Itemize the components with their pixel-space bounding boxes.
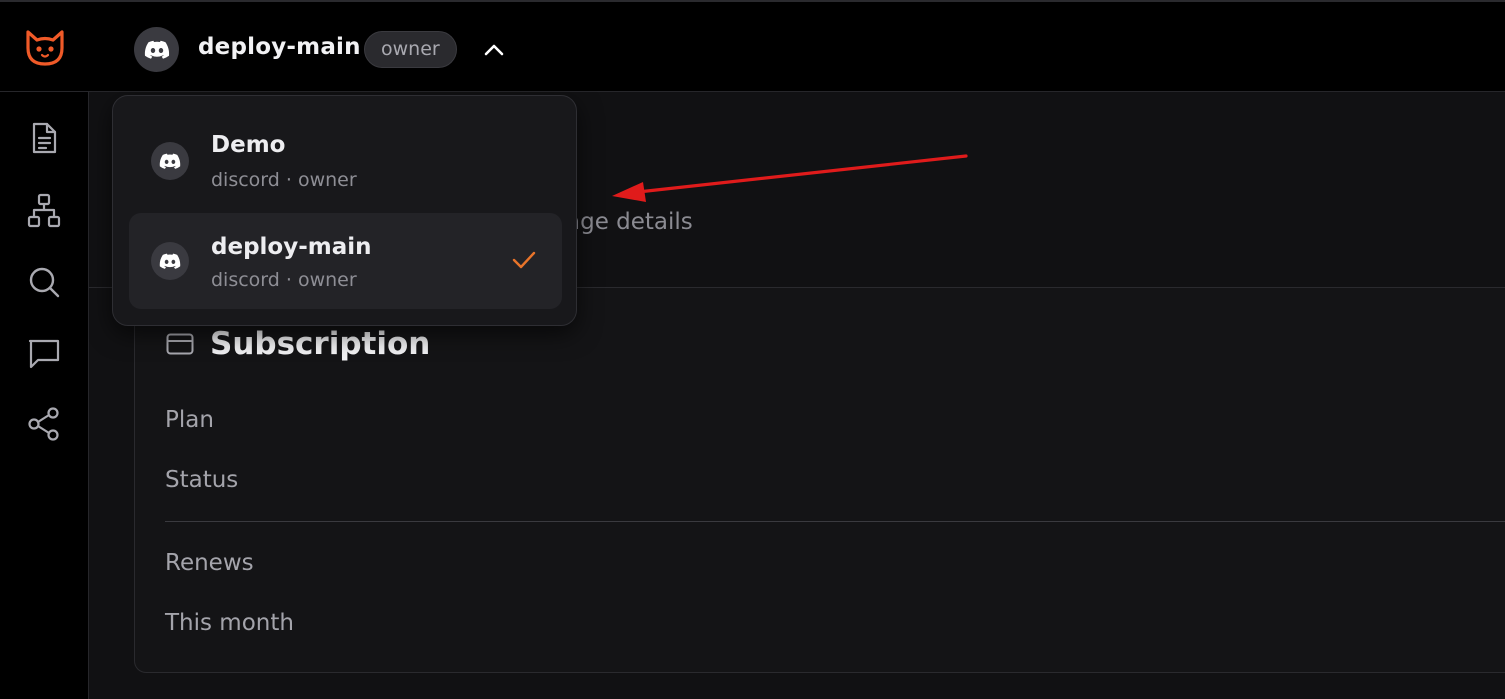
plan-label: Plan [165,407,214,433]
discord-icon [151,242,189,280]
card-divider [165,521,1505,522]
option-name: Demo [211,132,286,158]
search-icon[interactable] [26,264,62,300]
option-name: deploy-main [211,234,372,260]
option-detail: discord · owner [211,169,357,191]
discord-icon [151,142,189,180]
share-icon[interactable] [26,406,62,442]
option-detail: discord · owner [211,269,357,291]
this-month-label: This month [165,610,294,636]
current-server-name[interactable]: deploy-main [198,34,361,60]
subscription-title: Subscription [210,326,431,362]
role-badge: owner [364,31,457,68]
top-bar: deploy-main owner [0,0,1505,92]
server-option-demo[interactable]: Demo discord · owner [129,114,562,210]
sitemap-icon[interactable] [26,192,62,228]
chevron-up-icon[interactable] [482,39,506,61]
chat-icon[interactable] [26,335,62,371]
status-label: Status [165,467,239,493]
server-switcher-dropdown: Demo discord · owner deploy-main discord… [112,95,577,326]
page-subtitle: age details [566,209,693,235]
server-option-deploy-main[interactable]: deploy-main discord · owner [129,213,562,309]
renews-label: Renews [165,550,254,576]
discord-server-avatar-icon[interactable] [134,27,179,72]
sidebar [0,92,89,699]
cat-logo-icon[interactable] [22,28,68,68]
checkmark-icon [511,249,537,271]
credit-card-icon [166,333,194,355]
document-icon[interactable] [26,120,62,156]
